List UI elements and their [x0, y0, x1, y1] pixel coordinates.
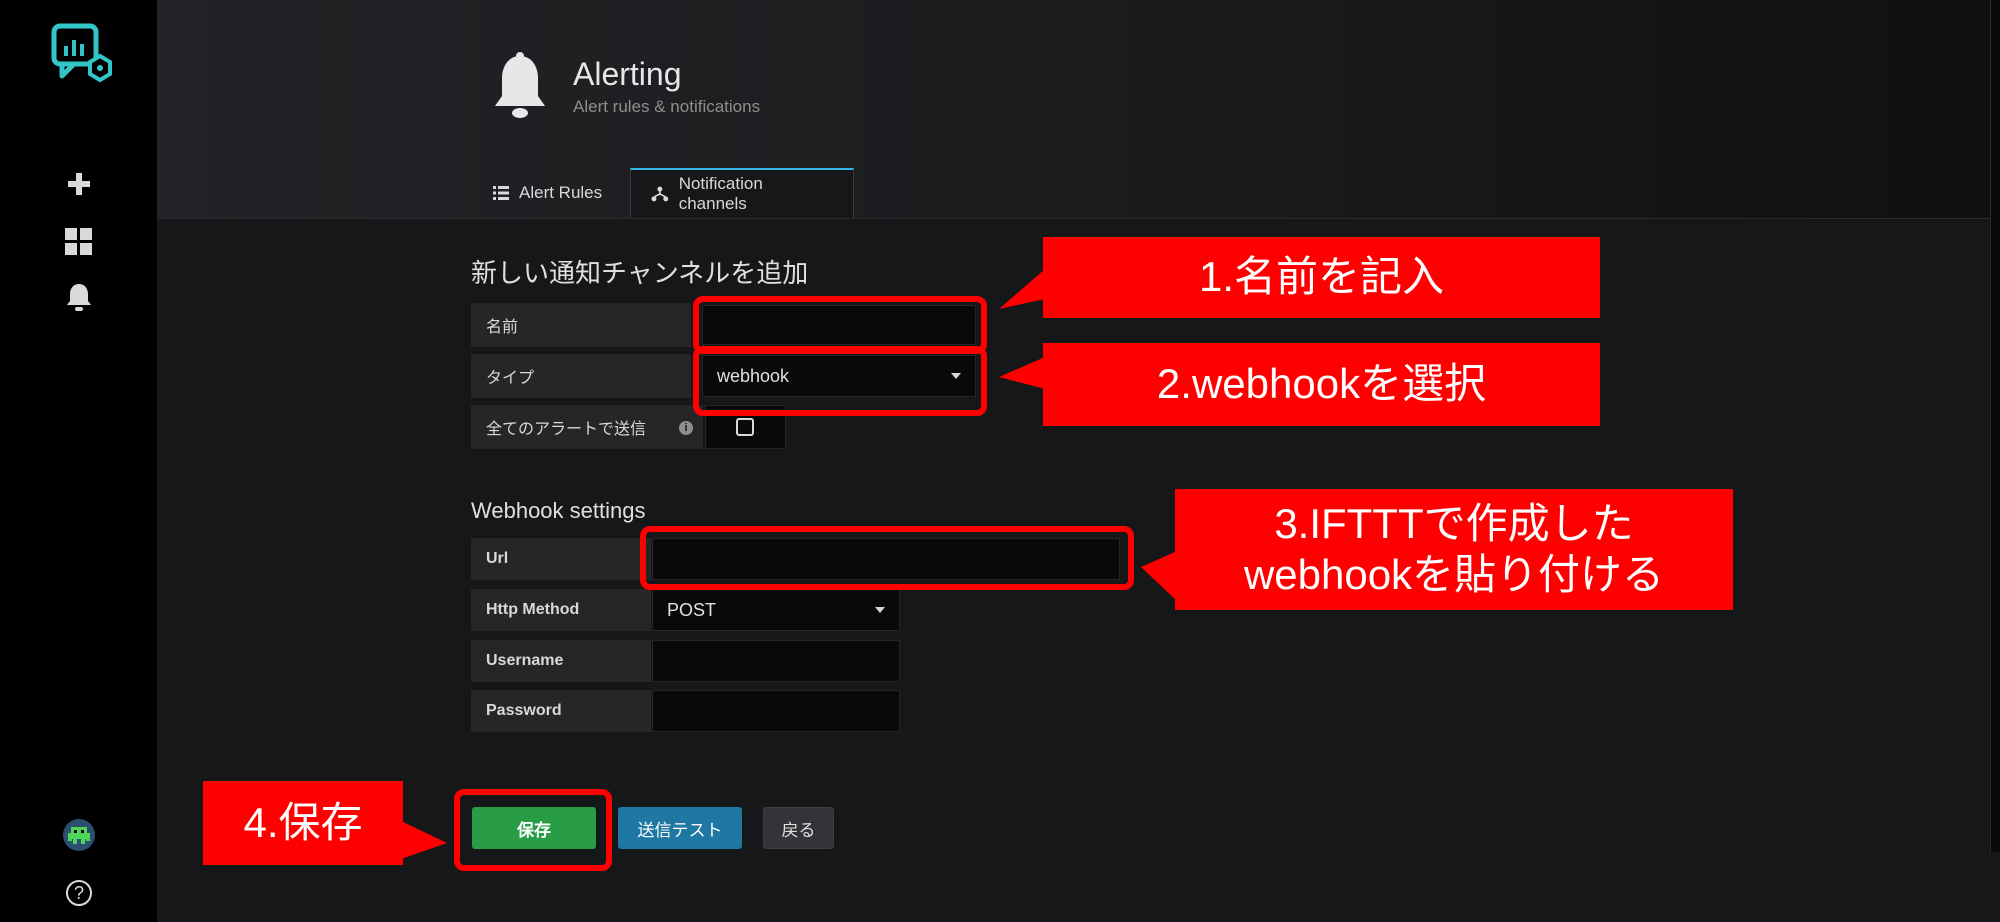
send-test-button[interactable]: 送信テスト — [618, 807, 742, 849]
info-icon[interactable]: i — [679, 421, 693, 435]
annotation-step4: 4.保存 — [203, 781, 447, 865]
http-method-value: POST — [667, 599, 717, 620]
send-all-label: 全てのアラートで送信 — [471, 405, 703, 449]
annotation-step1-text: 1.名前を記入 — [1198, 253, 1445, 301]
alerting-bell-icon[interactable] — [62, 280, 96, 314]
annotation-step4-text: 4.保存 — [243, 798, 363, 846]
password-label: Password — [471, 690, 651, 732]
chevron-down-icon — [951, 373, 961, 379]
page-header — [157, 0, 2000, 219]
send-all-checkbox[interactable] — [736, 418, 754, 436]
user-avatar-icon[interactable] — [60, 816, 98, 854]
http-method-label: Http Method — [471, 589, 651, 631]
password-input[interactable] — [652, 690, 900, 732]
webhook-settings-title: Webhook settings — [471, 498, 646, 523]
annotation-step2: 2.webhookを選択 — [999, 343, 1600, 426]
add-icon[interactable] — [62, 167, 96, 201]
tab-label: Notification channels — [678, 174, 763, 213]
username-label: Username — [471, 640, 651, 682]
annotation-step2-text: 2.webhookを選択 — [1156, 360, 1487, 408]
type-select[interactable]: webhook — [702, 355, 976, 397]
new-channel-title: 新しい通知チャンネルを追加 — [471, 258, 809, 288]
tab-label: Alert Rules — [519, 183, 603, 202]
type-select-value: webhook — [717, 365, 790, 386]
type-label: タイプ — [471, 354, 691, 398]
sidebar: ? — [0, 0, 157, 922]
name-input[interactable] — [702, 305, 976, 345]
name-label: 名前 — [471, 303, 691, 347]
annotation-step3-line2: webhookを貼り付ける — [1243, 550, 1665, 598]
annotation-step3-line1: 3.IFTTTで作成した — [1274, 500, 1634, 548]
dashboards-icon[interactable] — [62, 225, 96, 259]
back-button[interactable]: 戻る — [763, 807, 834, 849]
alerting-bell-header-icon — [493, 52, 547, 127]
sitemap-icon — [651, 186, 669, 202]
annotation-step1: 1.名前を記入 — [999, 237, 1600, 318]
url-label: Url — [471, 538, 651, 580]
list-icon — [493, 186, 509, 200]
tab-alert-rules[interactable]: Alert Rules — [493, 168, 602, 218]
send-all-label-text: 全てのアラートで送信 — [486, 421, 647, 438]
help-icon[interactable]: ? — [62, 876, 96, 910]
url-input[interactable] — [652, 538, 1120, 580]
scrollbar[interactable] — [1990, 0, 2000, 852]
username-input[interactable] — [652, 640, 900, 682]
grafana-logo-icon[interactable] — [46, 18, 116, 88]
annotation-step3: 3.IFTTTで作成した webhookを貼り付ける — [1141, 489, 1733, 610]
save-button[interactable]: 保存 — [472, 807, 596, 849]
tab-notification-channels[interactable]: Notification channels — [630, 168, 854, 218]
page-subtitle: Alert rules & notifications — [573, 97, 761, 116]
page-title: Alerting — [573, 56, 682, 92]
http-method-select[interactable]: POST — [652, 589, 900, 631]
help-glyph: ? — [66, 880, 92, 906]
chevron-down-icon — [875, 607, 885, 613]
